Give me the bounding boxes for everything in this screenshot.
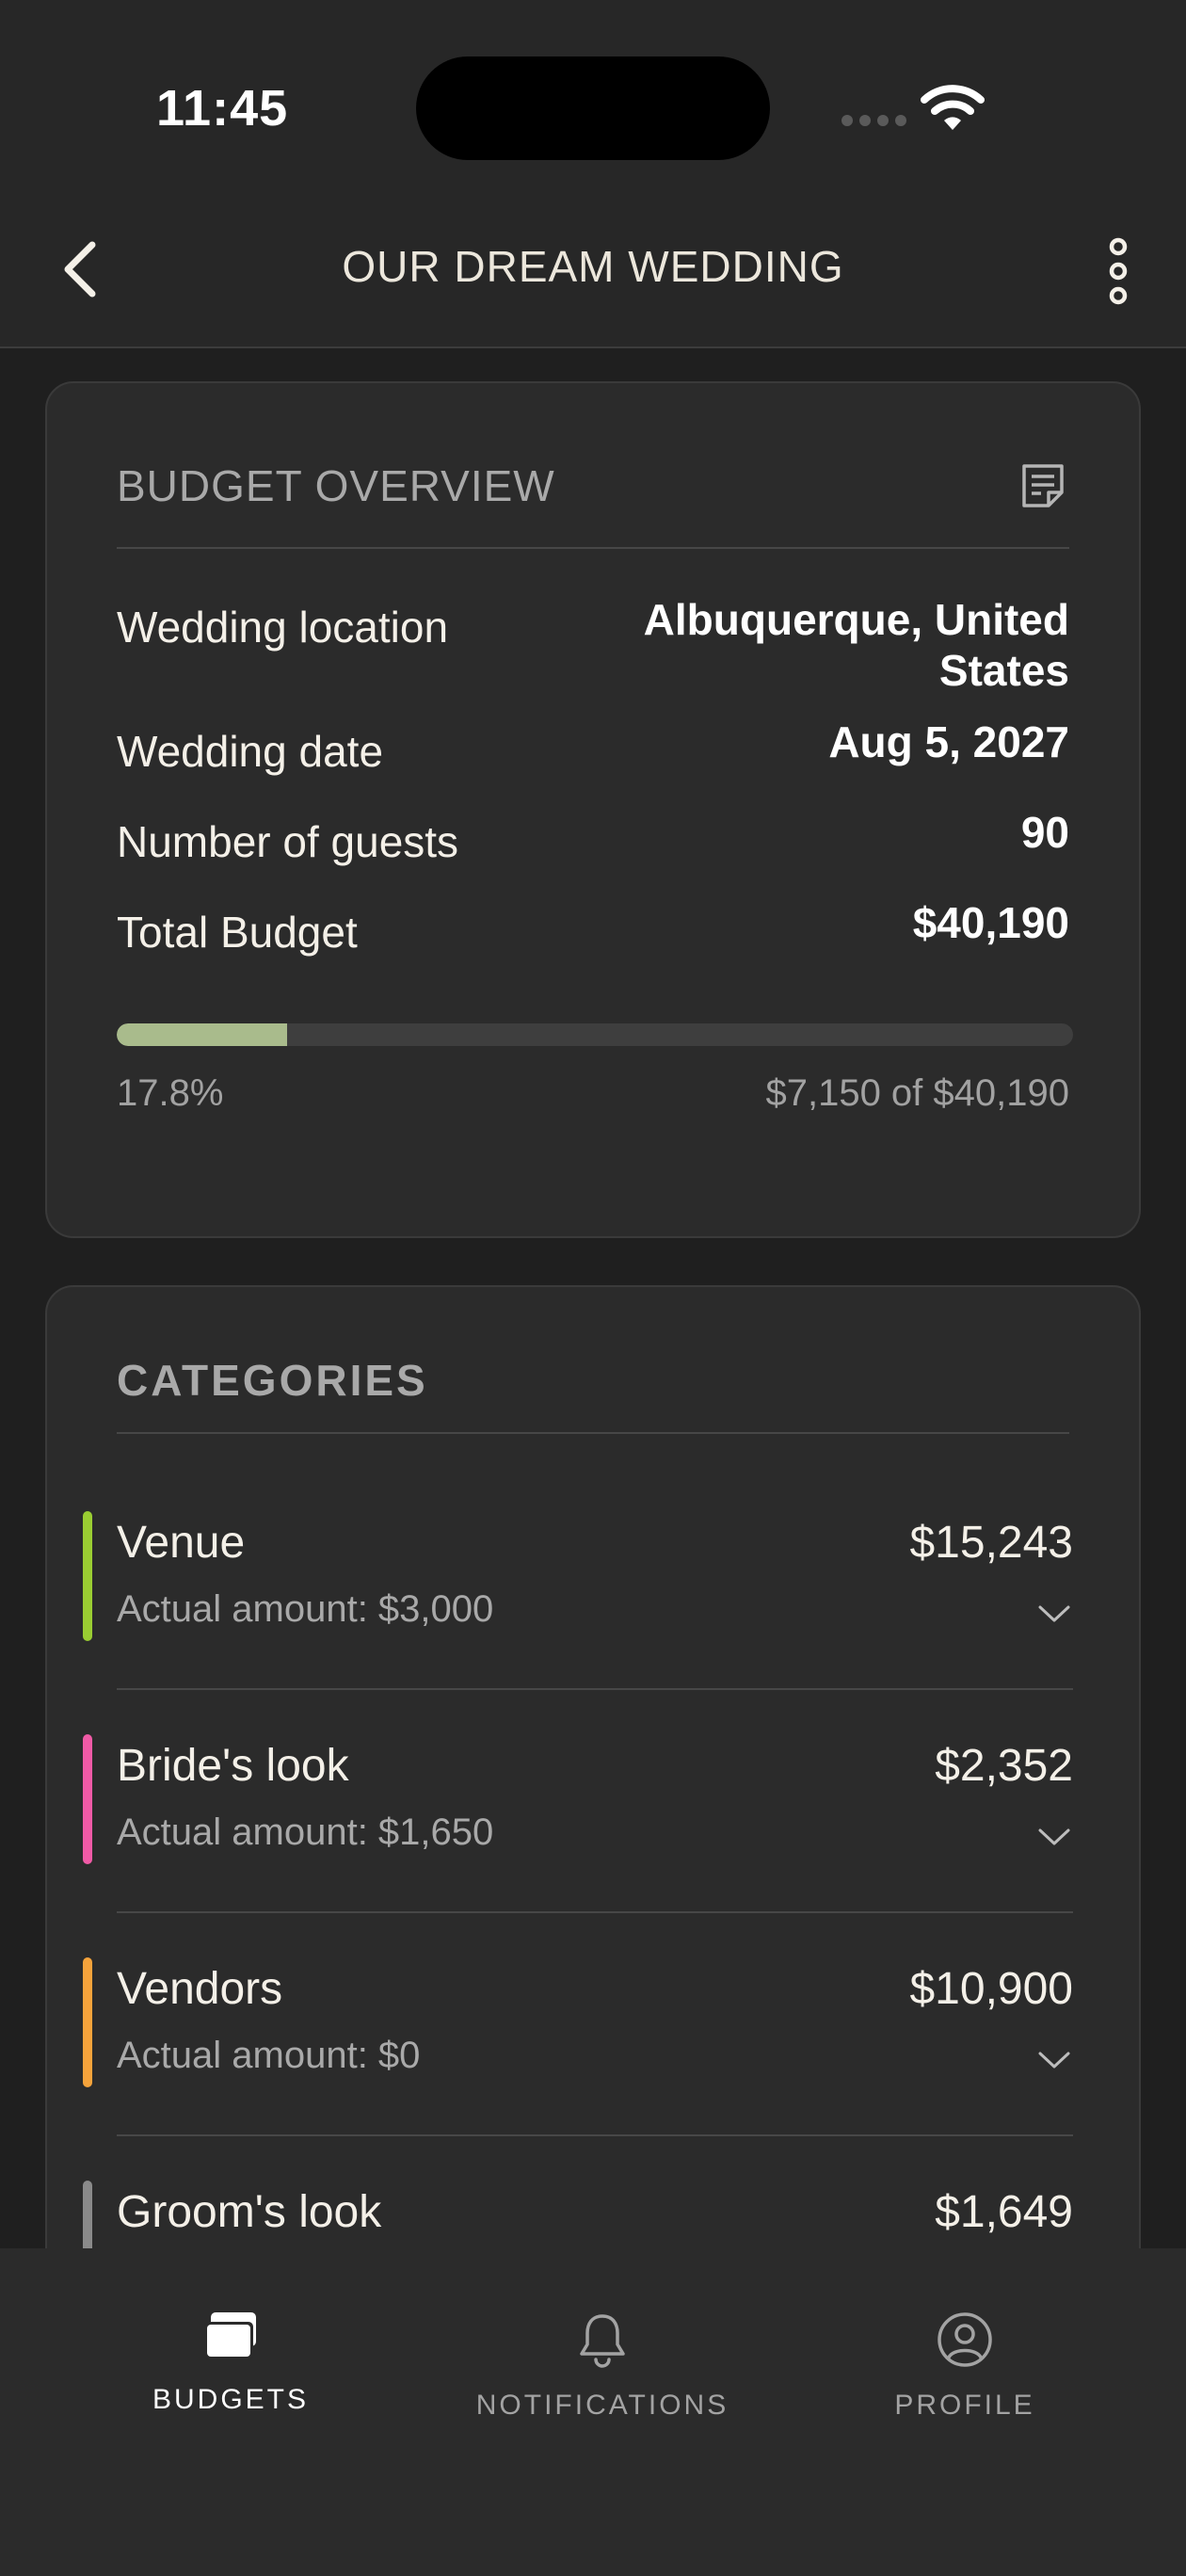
- category-divider: [117, 1688, 1073, 1690]
- wifi-icon: [921, 85, 985, 130]
- category-name: Venue: [117, 1518, 246, 1568]
- category-divider: [117, 2134, 1073, 2136]
- wedding-location-label: Wedding location: [117, 603, 449, 652]
- page-title: OUR DREAM WEDDING: [342, 242, 844, 291]
- category-actual-amount: Actual amount: $3,000: [117, 1588, 494, 1630]
- category-item-brides-look[interactable]: Bride's look $2,352 Actual amount: $1,65…: [47, 1734, 1143, 1957]
- chevron-down-icon[interactable]: [1037, 1827, 1071, 1847]
- tab-label: NOTIFICATIONS: [475, 2390, 729, 2421]
- dynamic-island: [416, 56, 770, 160]
- category-actual-amount: Actual amount: $1,650: [117, 1811, 494, 1853]
- budget-overview-title: BUDGET OVERVIEW: [117, 461, 555, 510]
- notes-icon[interactable]: [1020, 462, 1066, 509]
- guest-count-value: 90: [1020, 808, 1069, 857]
- category-budget-amount: $2,352: [935, 1741, 1073, 1791]
- category-actual-amount: Actual amount: $0: [117, 2035, 421, 2076]
- category-item-vendors[interactable]: Vendors $10,900 Actual amount: $0: [47, 1957, 1143, 2181]
- chevron-down-icon[interactable]: [1037, 1603, 1071, 1624]
- category-budget-amount: $15,243: [909, 1518, 1073, 1568]
- tab-profile[interactable]: PROFILE: [885, 2310, 1045, 2422]
- wallet-cards-icon: [204, 2312, 256, 2359]
- wedding-location-line1: Albuquerque, United: [643, 595, 1069, 644]
- category-budget-amount: $10,900: [909, 1964, 1073, 2014]
- budget-progress-fill: [117, 1023, 287, 1046]
- status-bar: 11:45: [0, 0, 1186, 188]
- budget-progress-percent: 17.8%: [117, 1072, 224, 1114]
- categories-divider: [117, 1432, 1069, 1434]
- category-name: Vendors: [117, 1964, 283, 2014]
- chevron-down-icon[interactable]: [1037, 2050, 1071, 2070]
- wedding-date-value: Aug 5, 2027: [828, 717, 1069, 766]
- app-screen: 11:45 OUR DREAM WEDDING BUDGET OVERVIEW: [0, 0, 1186, 2576]
- category-name: Groom's look: [117, 2187, 382, 2237]
- budget-overview-card: BUDGET OVERVIEW Wedding location Albuque…: [45, 381, 1141, 1238]
- category-color-bar: [83, 1734, 92, 1864]
- wedding-location-value: Albuquerque, United States: [644, 594, 1069, 696]
- cellular-signal-icon: [841, 115, 906, 126]
- app-header: OUR DREAM WEDDING: [0, 188, 1186, 348]
- tab-label: BUDGETS: [152, 2384, 310, 2415]
- overview-divider: [117, 547, 1069, 549]
- status-time: 11:45: [156, 80, 289, 137]
- category-divider: [117, 1911, 1073, 1913]
- user-circle-icon: [938, 2312, 992, 2367]
- total-budget-label: Total Budget: [117, 908, 358, 957]
- categories-title: CATEGORIES: [117, 1356, 428, 1405]
- total-budget-value: $40,190: [912, 898, 1069, 947]
- bell-icon: [580, 2314, 625, 2368]
- tab-label: PROFILE: [894, 2390, 1035, 2421]
- guest-count-label: Number of guests: [117, 817, 459, 866]
- category-item-venue[interactable]: Venue $15,243 Actual amount: $3,000: [47, 1511, 1143, 1734]
- category-color-bar: [83, 1957, 92, 2087]
- category-color-bar: [83, 1511, 92, 1641]
- category-name: Bride's look: [117, 1741, 349, 1791]
- wedding-date-label: Wedding date: [117, 727, 384, 776]
- wedding-location-line2: States: [938, 646, 1069, 695]
- tab-notifications[interactable]: NOTIFICATIONS: [471, 2310, 734, 2422]
- budget-progress-amount: $7,150 of $40,190: [765, 1072, 1069, 1114]
- category-budget-amount: $1,649: [935, 2187, 1073, 2237]
- budget-progress-bar: [117, 1023, 1073, 1046]
- more-options-icon[interactable]: [1092, 237, 1145, 305]
- bottom-tab-bar: BUDGETS NOTIFICATIONS PROFILE: [0, 2248, 1186, 2576]
- tab-budgets[interactable]: BUDGETS: [141, 2310, 320, 2416]
